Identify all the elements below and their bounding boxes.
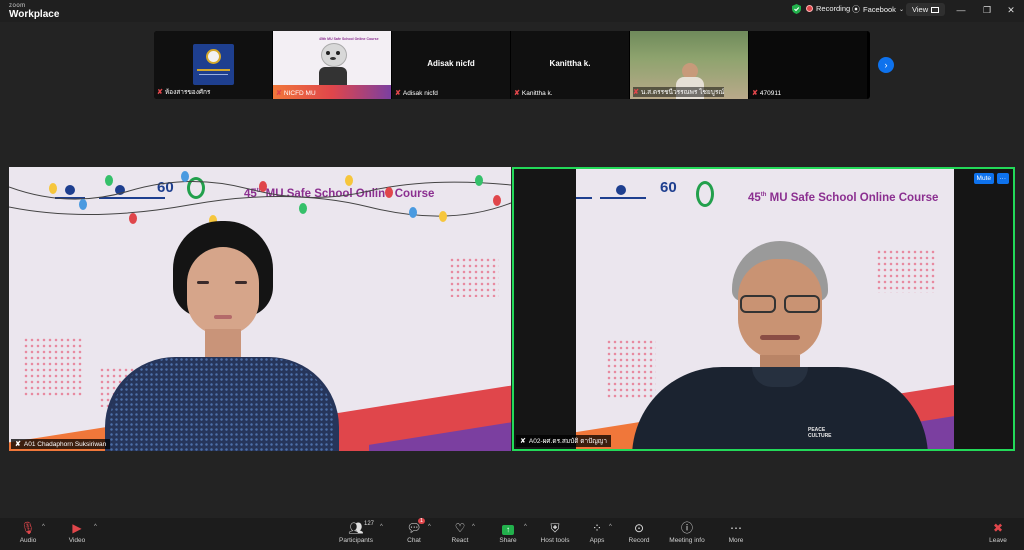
participant-thumbnail[interactable]: Adisak nicfd ✘ Adisak nicfd xyxy=(392,31,510,99)
video-tile-left[interactable]: 60 45th MU Safe School Online Course ✘ A… xyxy=(9,167,511,451)
participant-name: ✘ น.ส.ดรรชนีวรรณพร ไชยบูรณ์ xyxy=(633,87,725,97)
heart-icon: ♡ xyxy=(454,521,466,535)
shirt-logo: PEACE CULTURE xyxy=(808,427,832,439)
virtual-background: 60 45th MU Safe School Online Course xyxy=(9,167,511,451)
participant-name: ✘ Adisak nicfd xyxy=(395,89,438,98)
leave-button[interactable]: ✖︎ Leave xyxy=(975,521,1021,544)
share-options-caret-icon[interactable]: ^ xyxy=(524,524,527,530)
info-icon: ⓘ xyxy=(680,521,693,535)
record-button[interactable]: ⊙ Record xyxy=(616,521,662,544)
mic-muted-icon: ✘ xyxy=(15,441,21,448)
record-dot-icon xyxy=(806,5,813,12)
react-button[interactable]: ♡ React xyxy=(437,521,483,544)
mic-muted-icon: ✘ xyxy=(514,90,520,97)
participants-count: 127 xyxy=(364,521,375,527)
participant-thumbnail[interactable]: ✘ ห้องสารของศักร xyxy=(154,31,272,99)
mic-muted-icon: ✘ xyxy=(520,438,526,445)
participants-options-caret-icon[interactable]: ^ xyxy=(380,524,383,530)
video-tile-right-active-speaker[interactable]: 60 45th MU Safe School Online Course PEA… xyxy=(512,167,1015,451)
participant-strip: ✘ ห้องสารของศักร 45th MU Safe School Onl… xyxy=(154,31,870,99)
apps-icon: ⁘ xyxy=(591,521,603,535)
minimize-icon[interactable]: — xyxy=(954,4,968,16)
dot-pattern xyxy=(23,337,83,397)
restore-icon[interactable]: ❐ xyxy=(980,4,994,16)
dot-pattern xyxy=(876,249,936,293)
zoom-logo: Workplace xyxy=(9,9,60,20)
next-page-button[interactable]: › xyxy=(878,57,894,73)
shield-icon: ⛨ xyxy=(550,521,560,535)
close-icon[interactable]: ✕ xyxy=(1004,4,1018,16)
broadcast-icon: ⦿ xyxy=(852,5,860,14)
more-options-button[interactable]: ··· xyxy=(996,173,1009,184)
course-title: 45th MU Safe School Online Course xyxy=(748,192,939,204)
60-years-logo: 60 xyxy=(660,179,677,196)
dot-pattern xyxy=(449,257,499,297)
record-icon: ⊙ xyxy=(633,521,645,535)
chevron-right-icon: › xyxy=(884,60,888,70)
audio-options-caret-icon[interactable]: ^ xyxy=(42,524,45,530)
string-lights-decoration xyxy=(9,181,511,217)
chevron-down-icon: ⌄ xyxy=(898,7,904,13)
facebook-label: Facebook xyxy=(863,5,896,14)
host-tools-button[interactable]: ⛨ Host tools xyxy=(532,521,578,544)
more-dots-icon: ⋯ xyxy=(730,521,742,535)
mute-participant-button[interactable]: Mute xyxy=(973,173,994,184)
participant-thumbnail[interactable]: ✘ น.ส.ดรรชนีวรรณพร ไชยบูรณ์ xyxy=(630,31,748,99)
recording-label: Recording xyxy=(816,4,851,13)
mic-muted-icon: ✘ xyxy=(395,90,401,97)
title-bar: zoom Workplace Recording ⦿ Facebook ⌄ Vi… xyxy=(0,0,1024,22)
participant-name: ✘ NICFD MU xyxy=(276,89,316,98)
view-label: View xyxy=(912,5,929,14)
mahidol-logo xyxy=(193,44,234,85)
chat-options-caret-icon[interactable]: ^ xyxy=(428,524,431,530)
participant-name: ✘ 470911 xyxy=(752,89,782,98)
mic-muted-icon: ✘ xyxy=(752,90,758,97)
mic-muted-icon: ✘ xyxy=(276,90,282,97)
participant-name-tag: ✘ A01 Chadaphorn Suksiriwan xyxy=(11,439,111,449)
view-button[interactable]: View xyxy=(906,3,946,16)
green-logo xyxy=(696,181,714,207)
video-options-caret-icon[interactable]: ^ xyxy=(94,524,97,530)
participant-name: ✘ ห้องสารของศักร xyxy=(157,89,211,96)
grid-view-icon xyxy=(931,6,940,13)
partner-logos xyxy=(576,183,648,207)
recording-indicator[interactable]: Recording xyxy=(806,4,850,13)
participant-thumbnail[interactable]: 45th MU Safe School Online Course ✘ NICF… xyxy=(273,31,391,99)
apps-button[interactable]: ⁘ Apps xyxy=(574,521,620,544)
security-shield-icon[interactable] xyxy=(792,4,801,14)
participant-display-name: Adisak nicfd xyxy=(427,59,475,68)
mic-muted-icon: ✘ xyxy=(157,89,163,96)
participant-display-name: Kanittha k. xyxy=(549,59,591,68)
virtual-background: 60 45th MU Safe School Online Course PEA… xyxy=(576,169,954,449)
more-button[interactable]: ⋯ More xyxy=(713,521,759,544)
dot-pattern xyxy=(606,339,656,399)
react-options-caret-icon[interactable]: ^ xyxy=(472,524,475,530)
meeting-info-button[interactable]: ⓘ Meeting info xyxy=(664,521,710,544)
apps-options-caret-icon[interactable]: ^ xyxy=(609,524,612,530)
participant-name: ✘ Kanittha k. xyxy=(514,89,553,98)
meeting-controls-toolbar: 🎙︎ Audio ^ ▶︎ Video ^ 👥︎ Participants 12… xyxy=(0,518,1024,550)
chat-unread-badge: 1 xyxy=(418,518,426,524)
participant-thumbnail[interactable]: ✘ 470911 xyxy=(749,31,867,99)
participant-name-tag: ✘ A02-ผศ.ดร.สมบัติ ตาปัญญา xyxy=(516,435,611,447)
mic-muted-icon: ✘ xyxy=(633,89,639,96)
participant-thumbnail[interactable]: Kanittha k. ✘ Kanittha k. xyxy=(511,31,629,99)
leave-icon: ✖︎ xyxy=(992,521,1004,535)
livestream-facebook[interactable]: ⦿ Facebook ⌄ xyxy=(852,4,904,15)
